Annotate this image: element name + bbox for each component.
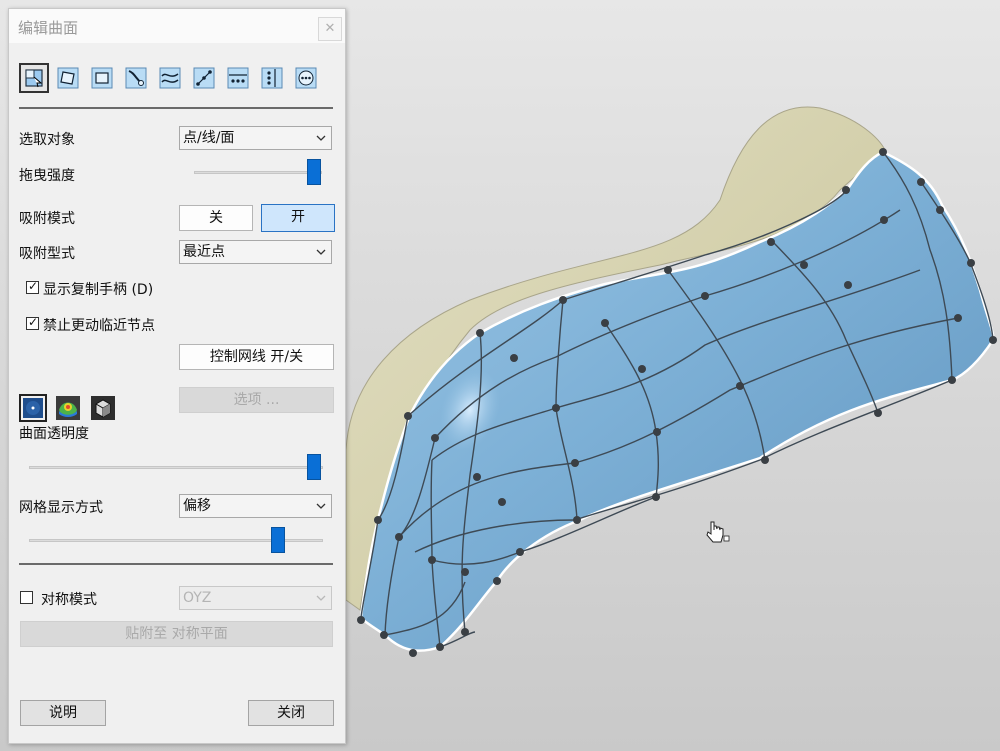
line-points-tool-icon[interactable] <box>189 63 219 93</box>
transparency-label: 曲面透明度 <box>19 426 89 442</box>
drag-strength-slider[interactable] <box>307 159 321 185</box>
vertical-points-tool-icon[interactable] <box>257 63 287 93</box>
symmetry-plane-dropdown[interactable]: OYZ <box>179 586 332 610</box>
drag-strength-label: 拖曳强度 <box>19 168 75 184</box>
chevron-down-icon <box>316 135 326 141</box>
control-mesh-toggle-button[interactable]: 控制网线 开/关 <box>179 344 334 370</box>
dialog-titlebar[interactable]: 编辑曲面 ✕ <box>9 9 345 43</box>
select-object-label: 选取对象 <box>19 132 75 148</box>
drag-strength-track[interactable] <box>194 171 322 174</box>
cube-shading-icon[interactable] <box>89 394 117 422</box>
no-move-neighbors-checkbox[interactable]: ✓ <box>26 315 39 330</box>
show-copy-handle-label: 显示复制手柄 (D) <box>43 282 154 298</box>
horizontal-points-tool-icon[interactable] <box>223 63 253 93</box>
symmetry-label: 对称模式 <box>41 592 97 608</box>
edit-surface-dialog: 编辑曲面 ✕ 选取对象 点/线/面 拖曳强度 吸附模式 关 开 吸附型式 最近点… <box>8 8 346 744</box>
snap-to-symmetry-plane-button[interactable]: 贴附至 对称平面 <box>20 621 333 647</box>
hand-cursor-icon <box>706 521 730 543</box>
wave-tool-icon[interactable] <box>155 63 185 93</box>
snap-on-button[interactable]: 开 <box>261 204 335 232</box>
rectangle-tool-icon[interactable] <box>87 63 117 93</box>
show-copy-handle-checkbox[interactable]: ✓ <box>26 279 39 294</box>
select-object-dropdown[interactable]: 点/线/面 <box>179 126 332 150</box>
brush-tool-icon[interactable] <box>121 63 151 93</box>
color-map-icon[interactable] <box>54 394 82 422</box>
no-move-neighbors-label: 禁止更动临近节点 <box>43 318 155 334</box>
divider <box>19 107 333 109</box>
select-object-value: 点/线/面 <box>183 130 235 146</box>
symmetry-checkbox[interactable] <box>20 591 33 604</box>
mesh-display-value: 偏移 <box>183 498 211 514</box>
check-mark-icon: ✓ <box>28 315 39 329</box>
mesh-display-dropdown[interactable]: 偏移 <box>179 494 332 518</box>
help-button[interactable]: 说明 <box>20 700 106 726</box>
quad-tool-icon[interactable] <box>53 63 83 93</box>
close-button[interactable]: 关闭 <box>248 700 334 726</box>
snap-type-value: 最近点 <box>183 244 225 260</box>
snap-type-dropdown[interactable]: 最近点 <box>179 240 332 264</box>
chevron-down-icon <box>316 503 326 509</box>
dialog-title: 编辑曲面 <box>18 19 79 37</box>
transparency-track[interactable] <box>29 466 323 469</box>
sphere-shading-icon[interactable] <box>19 394 47 422</box>
symmetry-plane-value: OYZ <box>183 590 212 606</box>
mesh-display-label: 网格显示方式 <box>19 500 103 516</box>
select-region-tool-icon[interactable] <box>19 63 49 93</box>
circle-points-tool-icon[interactable] <box>291 63 321 93</box>
divider <box>19 563 333 565</box>
snap-mode-label: 吸附模式 <box>19 211 75 227</box>
snap-off-button[interactable]: 关 <box>179 205 253 231</box>
chevron-down-icon <box>316 249 326 255</box>
chevron-down-icon <box>316 595 326 601</box>
snap-type-label: 吸附型式 <box>19 246 75 262</box>
close-icon[interactable]: ✕ <box>318 17 342 41</box>
check-mark-icon: ✓ <box>28 279 39 293</box>
transparency-slider[interactable] <box>307 454 321 480</box>
options-button[interactable]: 选项 ... <box>179 387 334 413</box>
mesh-offset-slider[interactable] <box>271 527 285 553</box>
